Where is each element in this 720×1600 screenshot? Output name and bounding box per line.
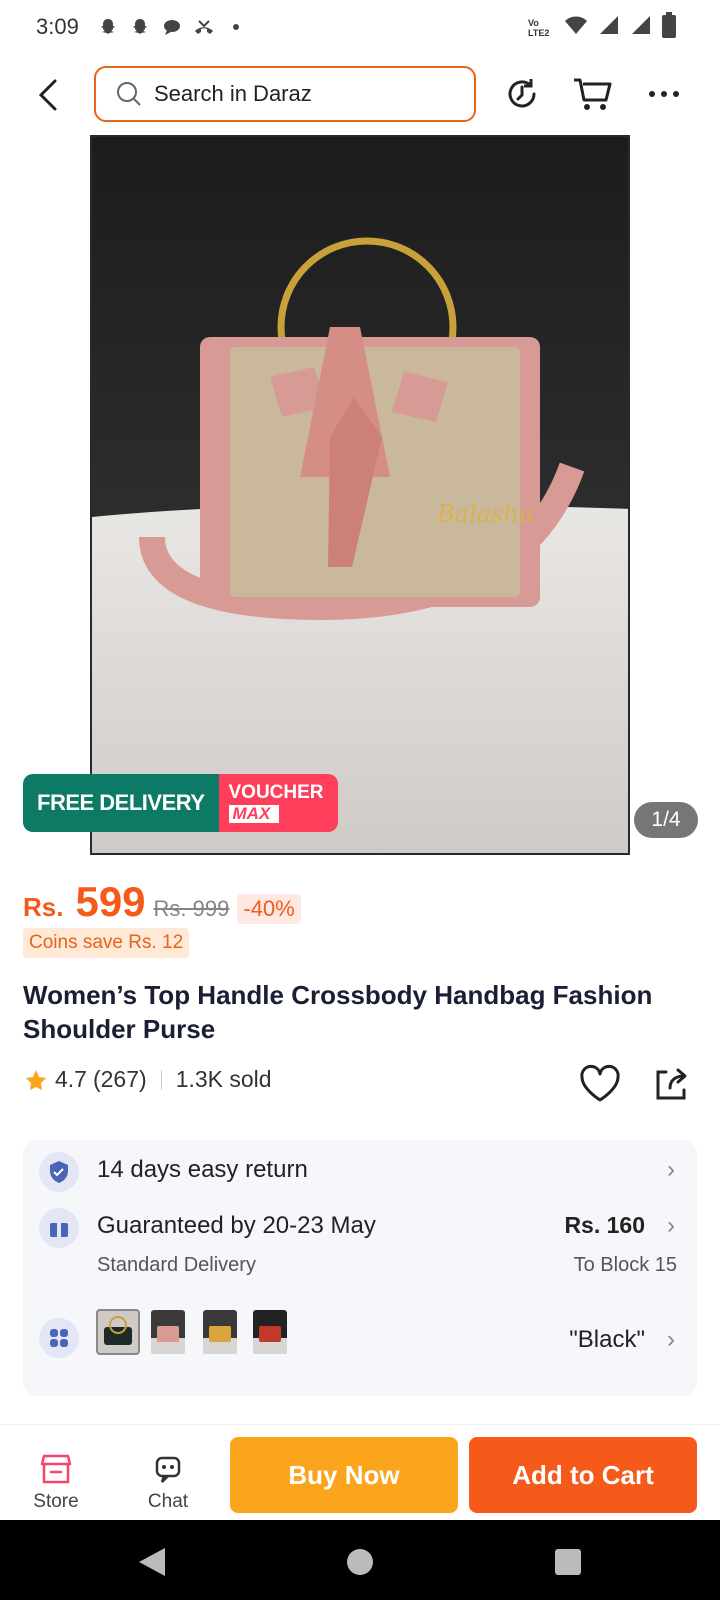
product-title: Women’s Top Handle Crossbody Handbag Fas… [23,980,653,1044]
nav-home-button[interactable] [340,1542,380,1582]
back-button[interactable] [28,72,68,118]
status-time: 3:09 [36,14,79,39]
delivery-price: Rs. 160 [564,1212,645,1238]
store-label: Store [33,1491,79,1512]
missed-call-icon [193,16,215,38]
variant-thumb-black[interactable] [96,1309,140,1355]
product-image[interactable]: Balashu [90,135,630,855]
variant-thumb-pink[interactable] [151,1310,185,1354]
heart-icon [580,1064,620,1102]
cart-button[interactable] [568,70,616,118]
delivery-row[interactable]: Guaranteed by 20-23 May Standard Deliver… [23,1204,697,1304]
shield-icon [39,1152,79,1192]
chat-label: Chat [147,1491,189,1512]
notification-icons [97,16,247,38]
search-input[interactable]: Search in Daraz [94,66,476,122]
rating-row[interactable]: 4.7 (267) 1.3K sold [23,1066,272,1093]
wishlist-button[interactable] [578,1064,624,1110]
chat-button[interactable]: Chat [128,1451,208,1513]
triangle-back-icon [139,1548,165,1576]
rating-value: 4.7 [55,1066,87,1092]
top-navigation: Search in Daraz [0,62,720,128]
history-icon [508,79,536,108]
chevron-right-icon: › [667,1212,675,1239]
square-recents-icon [555,1549,581,1575]
buy-now-button[interactable]: Buy Now [230,1437,458,1513]
delivery-location: To Block 15 [573,1254,677,1276]
image-pager: 1/4 [634,802,698,838]
review-count: (267) [92,1066,147,1092]
share-icon [656,1068,687,1100]
original-price: Rs. 999 [153,896,230,921]
delivery-type: Standard Delivery [97,1254,256,1276]
nav-recents-button[interactable] [548,1542,588,1582]
return-policy-row[interactable]: 14 days easy return › [23,1140,697,1204]
chevron-right-icon: › [667,1156,675,1183]
history-button[interactable] [498,70,546,118]
more-button[interactable] [640,70,688,118]
snapchat-icon [97,16,119,38]
star-icon [26,1069,46,1090]
nav-back-button[interactable] [132,1542,172,1582]
price-currency: Rs. [23,892,64,922]
chevron-right-icon: › [667,1326,675,1353]
dot-icon [225,16,247,38]
selected-variant: "Black" [569,1326,645,1353]
search-icon [117,82,141,106]
more-icon [649,91,679,97]
delivery-box-icon [39,1208,79,1248]
sold-count: 1.3K sold [175,1066,272,1092]
battery-icon [662,12,676,43]
add-to-cart-button[interactable]: Add to Cart [469,1437,697,1513]
delivery-guarantee: Guaranteed by 20-23 May [97,1212,376,1239]
share-button[interactable] [650,1064,696,1110]
bottom-action-bar: Store Chat Buy Now Add to Cart [0,1424,720,1520]
message-icon [161,16,183,38]
circle-home-icon [347,1549,373,1575]
store-icon [16,1451,96,1487]
chevron-left-icon [38,79,57,111]
signal-icon [630,14,652,41]
chat-icon [128,1451,208,1487]
discount-badge: -40% [237,894,301,924]
free-delivery-badge: FREE DELIVERY [23,774,219,832]
return-text: 14 days easy return [97,1156,308,1183]
variant-thumb-yellow[interactable] [203,1310,237,1354]
volte-icon: Vo LTE2 [528,17,550,38]
wifi-icon [564,14,588,41]
variants-icon [39,1318,79,1358]
signal-icon [598,14,620,41]
store-button[interactable]: Store [16,1451,96,1513]
variant-row[interactable]: "Black" › [23,1304,697,1384]
search-placeholder: Search in Daraz [154,81,312,106]
voucher-label: VOUCHER [228,782,324,803]
status-bar: 3:09 Vo LTE2 [0,0,720,54]
coins-badge: Coins save Rs. 12 [23,928,190,958]
product-info-card: 14 days easy return › Guaranteed by 20-2… [23,1140,697,1396]
variant-thumb-red[interactable] [253,1310,287,1354]
voucher-max-badge: VOUCHER MAX [218,774,338,832]
handbag-photo: Balashu [92,137,628,853]
divider [160,1069,162,1090]
cart-icon [574,78,612,110]
voucher-max-label: MAX [228,805,279,823]
price-row: Rs. 599 Rs. 999 -40% [23,878,301,926]
price-value: 599 [75,878,146,925]
system-icons: Vo LTE2 [528,12,676,43]
system-nav-bar [0,1520,720,1600]
snapchat-icon [129,16,151,38]
bag-logo: Balashu [436,500,534,528]
promo-badge: FREE DELIVERY VOUCHER MAX [23,774,338,832]
